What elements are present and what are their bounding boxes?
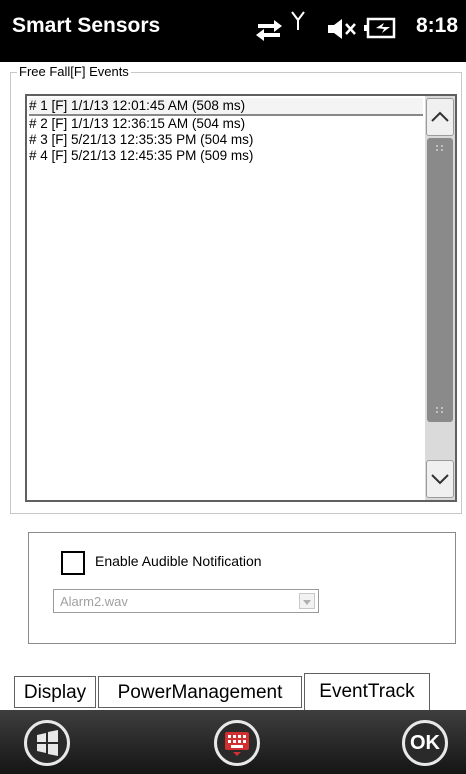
sound-file-select[interactable]: Alarm2.wav [53,589,319,613]
list-item[interactable]: # 4 [F] 5/21/13 12:45:35 PM (509 ms) [29,148,423,164]
sound-file-value: Alarm2.wav [60,594,128,609]
event-list[interactable]: # 1 [F] 1/1/13 12:01:45 AM (508 ms) # 2 … [25,94,457,502]
list-item[interactable]: # 3 [F] 5/21/13 12:35:35 PM (504 ms) [29,132,423,148]
data-transfer-icon [256,20,282,41]
windows-icon [37,730,58,756]
tab-event-track[interactable]: EventTrack [304,673,430,710]
content-area: Free Fall[F] Events # 1 [F] 1/1/13 12:01… [0,62,466,652]
navigation-bar: OK [0,710,466,774]
enable-audible-notification-checkbox[interactable] [61,551,85,575]
status-bar: Smart Sensors 8:18 [0,0,466,62]
keyboard-button[interactable] [214,720,260,766]
free-fall-events-label: Free Fall[F] Events [17,64,131,79]
grip-icon [436,145,443,151]
event-list-items: # 1 [F] 1/1/13 12:01:45 AM (508 ms) # 2 … [29,98,423,164]
start-button[interactable] [24,720,70,766]
battery-charging-icon [364,17,396,39]
enable-audible-notification-label[interactable]: Enable Audible Notification [95,553,262,569]
app-title: Smart Sensors [12,14,161,37]
ok-label: OK [410,732,440,754]
list-item[interactable]: # 2 [F] 1/1/13 12:36:15 AM (504 ms) [29,116,423,132]
list-item[interactable]: # 1 [F] 1/1/13 12:01:45 AM (508 ms) [29,98,423,116]
notification-group: Enable Audible Notification Alarm2.wav [28,532,456,644]
speaker-muted-icon [328,19,356,39]
keyboard-icon [225,732,249,756]
scrollbar[interactable] [425,96,455,500]
ok-button[interactable]: OK [402,720,448,766]
dropdown-button[interactable] [299,593,315,609]
chevron-up-icon [431,111,449,122]
tab-strip: Display PowerManagement EventTrack [0,652,466,710]
grip-icon [436,407,443,413]
chevron-down-icon [303,600,311,605]
clock: 8:18 [415,14,458,37]
free-fall-events-group: Free Fall[F] Events # 1 [F] 1/1/13 12:01… [10,64,462,514]
chevron-down-icon [431,474,449,485]
tab-display[interactable]: Display [14,676,96,708]
scroll-down-button[interactable] [426,460,454,498]
scroll-thumb[interactable] [427,138,453,422]
tab-power-management[interactable]: PowerManagement [98,676,302,708]
signal-antenna-icon [291,11,305,30]
scroll-up-button[interactable] [426,98,454,136]
